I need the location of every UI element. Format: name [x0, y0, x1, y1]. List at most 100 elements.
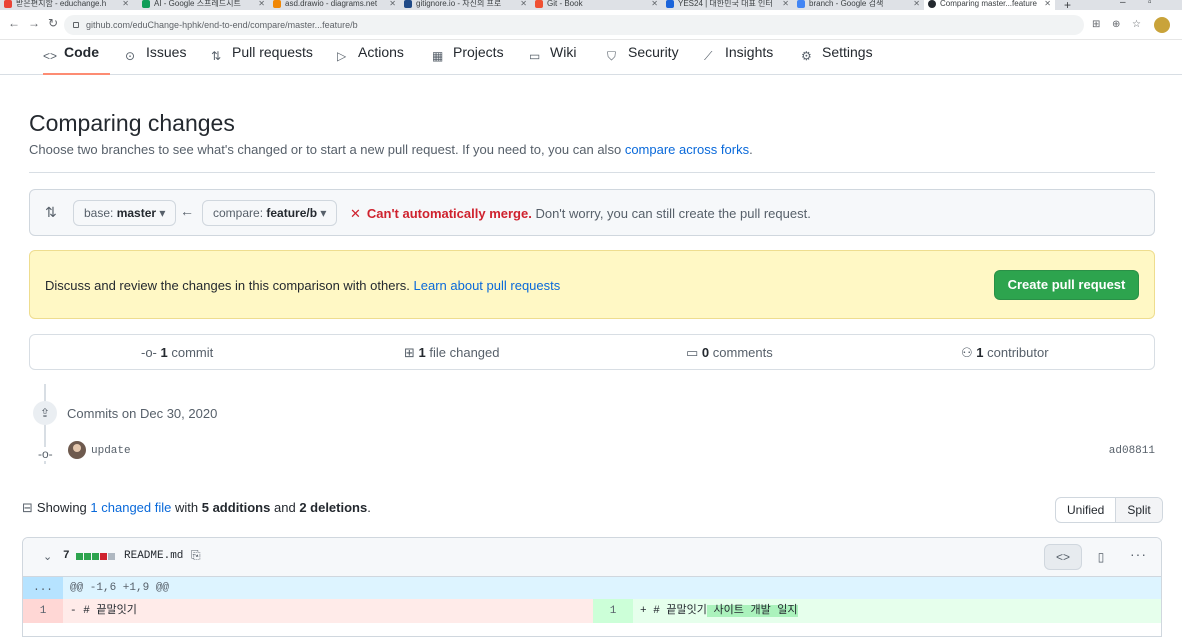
- line-code: + # 끝말잇기 사이트 개발 일지: [640, 599, 798, 623]
- line-number[interactable]: 1: [593, 599, 633, 623]
- project-icon: ▦: [432, 49, 444, 63]
- url-input[interactable]: github.com/eduChange-hphk/end-to-end/com…: [64, 15, 1084, 35]
- issue-icon: ⊙: [125, 49, 136, 63]
- yes24-icon: [666, 0, 674, 8]
- source-diff-button[interactable]: <>: [1044, 544, 1082, 570]
- close-icon[interactable]: ✕: [1044, 0, 1051, 8]
- left-arrow-icon: ←: [180, 203, 194, 219]
- browser-tab[interactable]: asd.drawio - diagrams.net ✕: [269, 0, 400, 10]
- compare-forks-link[interactable]: compare across forks: [625, 142, 749, 157]
- browser-tab[interactable]: AI - Google 스프레드시트 ✕: [138, 0, 269, 10]
- close-icon[interactable]: ✕: [782, 0, 789, 8]
- tab-wiki[interactable]: ▭ Wiki: [529, 40, 576, 75]
- tab-actions[interactable]: ▷ Actions: [337, 40, 404, 75]
- forward-arrow-icon[interactable]: →: [28, 16, 40, 30]
- range-editor: ⇅ base: master ▾ ← compare: feature/b ▾ …: [29, 189, 1155, 236]
- tab-code[interactable]: <> Code: [43, 40, 110, 75]
- code-icon: <>: [43, 49, 58, 63]
- gitignore-icon: [404, 0, 412, 8]
- added-line: 1 + # 끝말잇기 사이트 개발 일지: [593, 599, 1161, 623]
- close-icon[interactable]: ✕: [389, 0, 396, 8]
- browser-tab-active[interactable]: Comparing master...feature ✕: [924, 0, 1055, 10]
- chevron-down-icon[interactable]: ⌄: [43, 550, 52, 563]
- close-icon[interactable]: ✕: [520, 0, 527, 8]
- repo-nav: <> Code ⊙ Issues ⇅ Pull requests ▷ Actions ▦…: [0, 40, 1182, 75]
- file-icon: ▯: [1097, 550, 1105, 564]
- commits-stat[interactable]: -o- 1 commit: [141, 345, 213, 360]
- expand-hunk-button[interactable]: ...: [23, 577, 63, 599]
- unified-button[interactable]: Unified: [1056, 498, 1115, 522]
- address-bar-row: ← → ↻ github.com/eduChange-hphk/end-to-e…: [0, 10, 1182, 40]
- merge-status-text: Can't automatically merge.: [366, 206, 532, 221]
- tab-label: Wiki: [550, 44, 577, 60]
- browser-tab[interactable]: Git - Book ✕: [531, 0, 662, 10]
- create-pull-request-button[interactable]: Create pull request: [994, 270, 1139, 300]
- diff-count: 7: [63, 550, 70, 562]
- tab-issues[interactable]: ⊙ Issues: [125, 40, 186, 75]
- avatar[interactable]: [68, 441, 86, 459]
- merge-status: ✕ Can't automatically merge. Don't worry,…: [350, 206, 811, 222]
- browser-tab[interactable]: YES24 | 대한민국 대표 인터 ✕: [662, 0, 793, 10]
- comments-stat[interactable]: ▭ 0 comments: [686, 345, 773, 361]
- base-label: base:: [84, 206, 114, 220]
- diffstat-added: [76, 553, 83, 560]
- file-name-link[interactable]: README.md: [124, 550, 183, 562]
- close-icon[interactable]: ✕: [651, 0, 658, 8]
- copy-icon[interactable]: ⎘: [191, 548, 201, 563]
- learn-pr-link[interactable]: Learn about pull requests: [414, 278, 561, 293]
- tab-settings[interactable]: ⚙ Settings: [801, 40, 873, 75]
- star-icon[interactable]: ☆: [1132, 19, 1141, 30]
- browser-tab[interactable]: gitignore.io - 자신의 프로 ✕: [400, 0, 531, 10]
- zoom-icon[interactable]: ⊕: [1112, 19, 1120, 30]
- create-pr-banner: Discuss and review the changes in this c…: [29, 250, 1155, 319]
- subtitle-end: .: [749, 142, 753, 157]
- file-header: ⌄ 7 README.md ⎘ <> ▯ ···: [23, 538, 1161, 577]
- contributors-stat[interactable]: ⚇ 1 contributor: [961, 345, 1049, 361]
- tab-label: Actions: [358, 44, 404, 60]
- commit-message-link[interactable]: update: [91, 445, 131, 457]
- commit-icon: -o-: [141, 345, 157, 360]
- kebab-horizontal-icon[interactable]: ···: [1130, 546, 1147, 562]
- browser-tab-title: YES24 | 대한민국 대표 인터: [678, 0, 773, 8]
- close-icon[interactable]: ✕: [913, 0, 920, 8]
- github-icon: [928, 0, 936, 8]
- new-tab-button[interactable]: +: [1064, 0, 1071, 10]
- comment-icon: ▭: [686, 345, 699, 360]
- tab-label: Security: [628, 44, 679, 60]
- summary-end: .: [367, 500, 371, 515]
- files-label: file changed: [429, 345, 500, 360]
- back-arrow-icon[interactable]: ←: [8, 16, 20, 30]
- tab-projects[interactable]: ▦ Projects: [432, 40, 504, 75]
- commits-count: 1: [160, 345, 168, 360]
- translate-icon[interactable]: ⊞: [1092, 19, 1100, 30]
- browser-tab[interactable]: 받은편지함 - educhange.h ✕: [0, 0, 133, 10]
- reload-icon[interactable]: ↻: [48, 16, 58, 30]
- tab-security[interactable]: ⛉ Security: [607, 40, 679, 75]
- line-code-added: 사이트 개발 일지: [706, 605, 798, 617]
- tab-insights[interactable]: ⟋ Insights: [704, 40, 773, 75]
- banner-text: Discuss and review the changes in this c…: [45, 278, 560, 293]
- browser-tab-title: Comparing master...feature: [940, 0, 1037, 8]
- play-icon: ▷: [337, 49, 347, 63]
- browser-tab-title: asd.drawio - diagrams.net: [285, 0, 378, 8]
- files-stat[interactable]: ⊞ 1 file changed: [404, 345, 500, 361]
- split-button[interactable]: Split: [1115, 498, 1162, 522]
- base-branch-select[interactable]: base: master ▾: [73, 200, 177, 226]
- file-diff-icon: ⊞: [404, 345, 415, 360]
- tab-pull-requests[interactable]: ⇅ Pull requests: [211, 40, 313, 75]
- rich-diff-button[interactable]: ▯: [1082, 544, 1120, 570]
- minimize-icon[interactable]: –: [1120, 0, 1126, 8]
- browser-tab[interactable]: branch - Google 검색 ✕: [793, 0, 924, 10]
- close-icon[interactable]: ✕: [258, 0, 265, 8]
- compare-branch-name: feature/b: [266, 206, 318, 220]
- profile-avatar[interactable]: [1154, 17, 1170, 33]
- tab-label: Projects: [453, 44, 504, 60]
- maximize-icon[interactable]: ▫: [1148, 0, 1152, 8]
- line-number[interactable]: 1: [23, 599, 63, 623]
- commit-sha-link[interactable]: ad08811: [1109, 445, 1155, 457]
- shield-icon: ⛉: [607, 49, 617, 63]
- changed-files-link[interactable]: 1 changed file: [90, 500, 171, 515]
- close-icon[interactable]: ✕: [122, 0, 129, 8]
- compare-branch-select[interactable]: compare: feature/b ▾: [202, 200, 338, 226]
- commit-date-heading: Commits on Dec 30, 2020: [67, 406, 218, 421]
